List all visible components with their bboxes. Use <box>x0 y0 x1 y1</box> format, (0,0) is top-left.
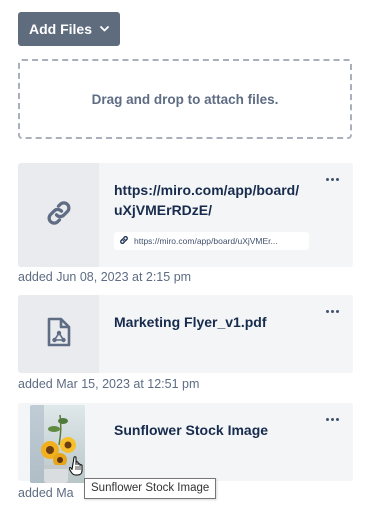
tooltip: Sunflower Stock Image <box>84 478 217 499</box>
link-icon <box>44 198 74 233</box>
add-files-button[interactable]: Add Files <box>18 12 120 46</box>
attachment-title[interactable]: Sunflower Stock Image <box>114 420 313 440</box>
more-options-button[interactable] <box>326 418 339 421</box>
url-chip-text: https://miro.com/app/board/uXjVMEr... <box>134 236 278 246</box>
more-options-button[interactable] <box>326 178 339 181</box>
file-dropzone[interactable]: Drag and drop to attach files. <box>18 59 352 139</box>
attachment-thumbnail[interactable] <box>18 403 99 483</box>
link-icon <box>119 235 129 247</box>
attachment-card-pdf[interactable]: Marketing Flyer_v1.pdf <box>18 295 353 373</box>
attachment-thumbnail <box>18 295 99 373</box>
chevron-down-icon <box>100 26 109 32</box>
document-icon <box>46 317 72 352</box>
attachment-title-line: uXjVMErRDzE/ <box>114 202 213 218</box>
dropzone-text: Drag and drop to attach files. <box>91 91 279 107</box>
attachment-title[interactable]: Marketing Flyer_v1.pdf <box>114 312 313 332</box>
hand-cursor-icon <box>68 456 85 481</box>
attachment-card-link[interactable]: https://miro.com/app/board/ uXjVMErRDzE/… <box>18 163 353 267</box>
add-files-label: Add Files <box>28 21 92 37</box>
attachment-title[interactable]: https://miro.com/app/board/ uXjVMErRDzE/ <box>114 180 313 220</box>
attachment-added-date: added Jun 08, 2023 at 2:15 pm <box>18 270 192 284</box>
attachment-added-date: added Mar 15, 2023 at 12:51 pm <box>18 377 200 391</box>
attachment-added-date: added Ma <box>18 486 74 500</box>
more-options-button[interactable] <box>326 310 339 313</box>
attachment-title-line: https://miro.com/app/board/ <box>114 182 300 198</box>
url-preview-chip[interactable]: https://miro.com/app/board/uXjVMEr... <box>114 232 309 250</box>
attachment-thumbnail <box>18 163 99 267</box>
